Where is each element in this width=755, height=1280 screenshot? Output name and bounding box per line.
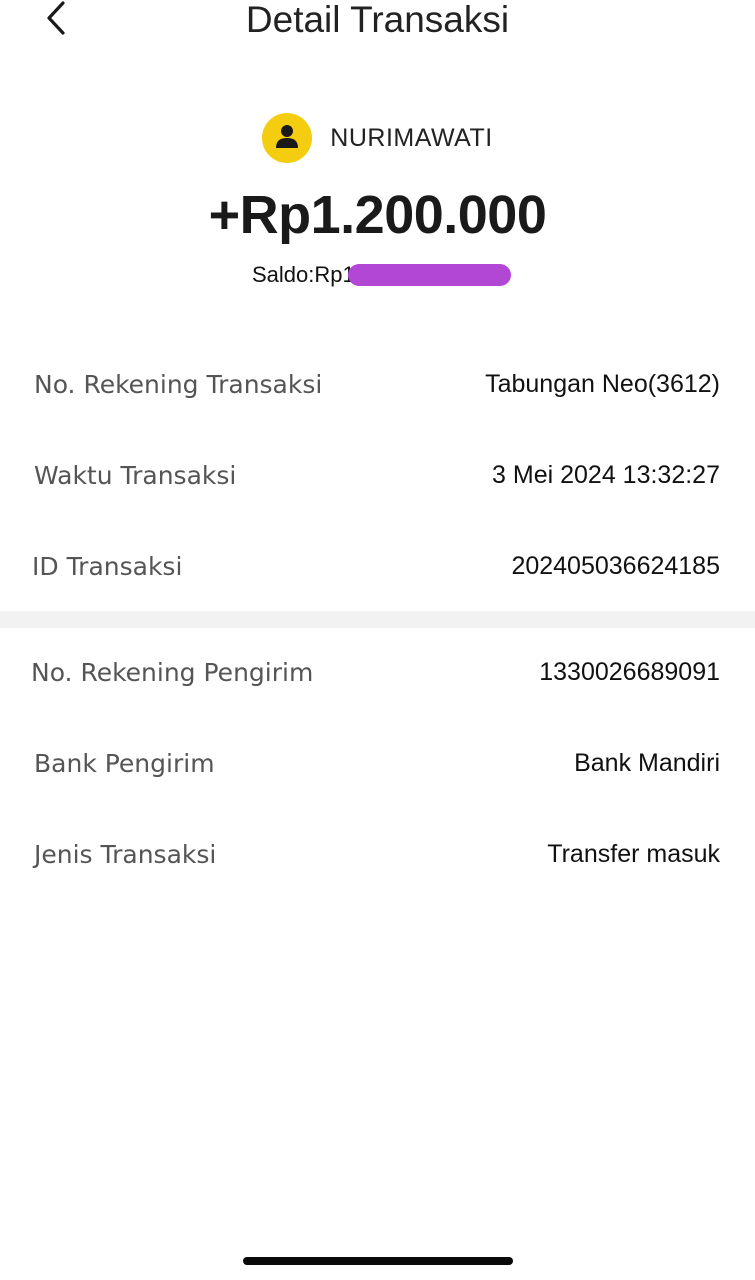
person-icon xyxy=(274,123,300,154)
detail-row-id: ID Transaksi 202405036624185 xyxy=(0,541,755,591)
transaction-detail-screen: Detail Transaksi NURIMAWATI +Rp1.200.000… xyxy=(0,0,755,1280)
section-divider xyxy=(0,611,755,628)
detail-label: Bank Pengirim xyxy=(34,748,215,778)
balance-label: Saldo:Rp1 xyxy=(252,262,355,287)
detail-value: Tabungan Neo(3612) xyxy=(485,369,720,398)
detail-row-time: Waktu Transaksi 3 Mei 2024 13:32:27 xyxy=(0,450,755,500)
sender-name: NURIMAWATI xyxy=(330,123,493,152)
detail-value: Bank Mandiri xyxy=(574,748,720,777)
detail-row-sender-bank: Bank Pengirim Bank Mandiri xyxy=(0,738,755,788)
detail-value: 202405036624185 xyxy=(511,551,720,580)
detail-row-account: No. Rekening Transaksi Tabungan Neo(3612… xyxy=(0,359,755,409)
detail-value: 3 Mei 2024 13:32:27 xyxy=(492,460,720,489)
transaction-amount: +Rp1.200.000 xyxy=(208,185,547,245)
detail-label: ID Transaksi xyxy=(32,551,183,581)
detail-label: Jenis Transaksi xyxy=(34,839,217,869)
home-indicator[interactable] xyxy=(243,1257,513,1265)
detail-row-sender-account: No. Rekening Pengirim 1330026689091 xyxy=(0,647,755,697)
sender-info: NURIMAWATI xyxy=(0,113,755,163)
redaction-mark xyxy=(348,264,511,286)
detail-value: 1330026689091 xyxy=(539,657,720,686)
detail-label: Waktu Transaksi xyxy=(34,460,237,490)
detail-row-type: Jenis Transaksi Transfer masuk xyxy=(0,829,755,879)
avatar xyxy=(262,113,313,163)
detail-label: No. Rekening Transaksi xyxy=(34,369,323,399)
page-title: Detail Transaksi xyxy=(245,0,510,40)
detail-value: Transfer masuk xyxy=(547,839,720,868)
detail-label: No. Rekening Pengirim xyxy=(31,657,314,687)
